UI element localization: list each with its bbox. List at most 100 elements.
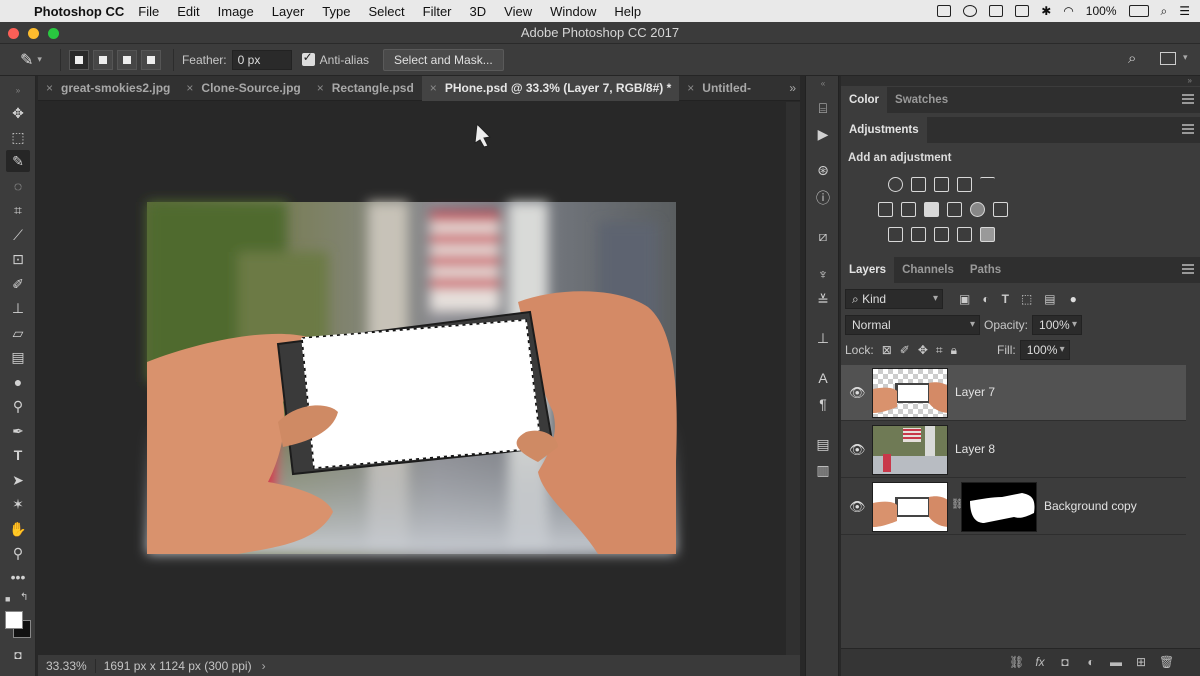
vertical-scrollbar[interactable] [786, 102, 800, 655]
new-adjustment-layer-icon[interactable]: ◐ [1084, 655, 1098, 669]
link-layers-icon[interactable]: ⛓ [1009, 655, 1024, 669]
vibrance-icon[interactable] [980, 177, 995, 192]
tab-rectangle[interactable]: × Rectangle.psd [309, 76, 422, 101]
cloud-icon[interactable] [963, 5, 978, 17]
canvas-area[interactable] [38, 102, 784, 655]
layer-row[interactable]: 👁︎ ⛓ Background copy [841, 479, 1186, 535]
eye-icon[interactable]: 👁︎ [849, 499, 866, 515]
lock-pixels-icon[interactable]: ✐ [900, 343, 910, 357]
tab-clone-source[interactable]: × Clone-Source.jpg [178, 76, 308, 101]
default-colors-icon[interactable]: ■ [5, 594, 10, 604]
panel-menu-icon[interactable] [1182, 124, 1194, 134]
zoom-tool-icon[interactable]: ⚲ [6, 542, 30, 564]
layer-name[interactable]: Background copy [1044, 499, 1137, 513]
chevron-down-icon[interactable]: ▾ [1183, 52, 1188, 63]
close-tab-icon[interactable]: × [430, 81, 437, 95]
feather-input[interactable]: 0 px [231, 49, 292, 70]
close-window-button[interactable] [8, 28, 19, 39]
channel-mixer-icon[interactable] [970, 202, 985, 217]
lock-position-icon[interactable]: ✥ [918, 343, 928, 357]
panel-menu-icon[interactable] [1182, 264, 1194, 274]
hand-tool-icon[interactable]: ✋ [6, 518, 30, 540]
select-and-mask-button[interactable]: Select and Mask... [383, 48, 504, 71]
tab-phone-active[interactable]: × PHone.psd @ 33.3% (Layer 7, RGB/8#) * [421, 75, 680, 101]
anti-alias-checkbox[interactable] [301, 50, 315, 66]
quick-selection-tool-icon[interactable]: ◌ [6, 175, 30, 197]
properties-icon[interactable]: ⊛ [813, 160, 833, 180]
menu-type[interactable]: Type [322, 4, 350, 19]
color-balance-icon[interactable] [901, 202, 916, 217]
info-icon[interactable]: ⓘ [813, 188, 833, 208]
custom-shape-tool-icon[interactable]: ✶ [6, 493, 30, 515]
more-tools-icon[interactable]: ••• [6, 566, 30, 588]
character-icon[interactable]: A [813, 368, 833, 388]
photo-filter-icon[interactable] [947, 202, 962, 217]
spotlight-icon[interactable]: ⌕ [1161, 4, 1168, 19]
document-canvas[interactable] [38, 102, 784, 655]
notes-icon[interactable]: ▤ [813, 434, 833, 454]
color-lookup-icon[interactable] [993, 202, 1008, 217]
collapse-panel-icon[interactable]: » [6, 80, 30, 102]
filter-type-icon[interactable]: T [1002, 292, 1009, 306]
tab-layers[interactable]: Layers [841, 257, 895, 283]
polygonal-lasso-preset-icon[interactable]: ✎ [20, 50, 33, 70]
menu-filter[interactable]: Filter [423, 4, 452, 19]
menu-select[interactable]: Select [368, 4, 404, 19]
swap-colors-icon[interactable]: ↰ [20, 592, 28, 603]
foreground-color-swatch[interactable] [5, 611, 23, 629]
search-icon[interactable]: ⌕ [1128, 50, 1136, 67]
brushes-icon[interactable]: ♆ [813, 264, 833, 284]
lock-all-icon[interactable]: 🔒︎ [951, 343, 957, 358]
eyedropper-tool-icon[interactable]: ⟋ [6, 224, 30, 246]
healing-brush-tool-icon[interactable]: ⊡ [6, 248, 30, 270]
more-tabs-icon[interactable]: » [789, 76, 796, 101]
tab-adjustments[interactable]: Adjustments [841, 117, 927, 143]
screen-record-icon[interactable] [937, 5, 952, 17]
new-selection-button[interactable] [68, 49, 89, 70]
layer-mask-thumbnail[interactable] [961, 482, 1037, 532]
delete-layer-icon[interactable]: 🗑︎ [1159, 655, 1174, 669]
status-menu-chevron-icon[interactable]: › [262, 659, 266, 673]
fx-button[interactable]: fx [1033, 655, 1047, 669]
exposure-icon[interactable] [957, 177, 972, 192]
filter-toggle-icon[interactable]: ● [1070, 292, 1077, 306]
battery-icon[interactable] [1128, 5, 1149, 17]
layer-name[interactable]: Layer 8 [955, 442, 995, 456]
dodge-tool-icon[interactable]: ⚲ [6, 395, 30, 417]
menu-view[interactable]: View [504, 4, 532, 19]
tab-untitled[interactable]: × Untitled- [679, 76, 759, 101]
curves-icon[interactable] [934, 177, 949, 192]
hue-saturation-icon[interactable] [878, 202, 893, 217]
airplay-icon[interactable] [989, 5, 1004, 17]
path-selection-tool-icon[interactable]: ➤ [6, 469, 30, 491]
brush-presets-icon[interactable]: ≚ [813, 290, 833, 310]
menu-file[interactable]: File [138, 4, 159, 19]
brush-tool-icon[interactable]: ✐ [6, 273, 30, 295]
layer-name[interactable]: Layer 7 [955, 385, 995, 399]
collapse-dock-icon[interactable]: « [813, 74, 833, 94]
menu-3d[interactable]: 3D [470, 4, 487, 19]
zoom-level[interactable]: 33.33% [46, 658, 96, 673]
tab-paths[interactable]: Paths [962, 257, 1009, 283]
gradient-tool-icon[interactable]: ▤ [6, 346, 30, 368]
lasso-tool-icon[interactable]: ✎ [6, 150, 30, 172]
collapse-panels-icon[interactable]: » [841, 76, 1200, 86]
brightness-contrast-icon[interactable] [888, 177, 903, 192]
lock-artboard-icon[interactable]: ⌗ [936, 343, 943, 358]
filter-shape-icon[interactable]: ⬚ [1021, 292, 1032, 306]
tab-swatches[interactable]: Swatches [887, 87, 956, 113]
posterize-icon[interactable] [911, 227, 926, 242]
zoom-window-button[interactable] [48, 28, 59, 39]
close-tab-icon[interactable]: × [186, 81, 193, 95]
new-layer-icon[interactable]: ⊞ [1134, 655, 1148, 669]
history-icon[interactable]: ⌸ [813, 98, 833, 118]
eye-icon[interactable]: 👁︎ [849, 442, 866, 458]
filter-pixel-icon[interactable]: ▣ [959, 292, 970, 306]
move-tool-icon[interactable]: ✥ [6, 102, 30, 124]
minimize-window-button[interactable] [28, 28, 39, 39]
menu-window[interactable]: Window [550, 4, 596, 19]
app-menu[interactable]: Photoshop CC [34, 4, 124, 19]
menu-help[interactable]: Help [614, 4, 641, 19]
tab-great-smokies[interactable]: × great-smokies2.jpg [38, 76, 178, 101]
chevron-down-icon[interactable]: ▾ [37, 54, 42, 65]
